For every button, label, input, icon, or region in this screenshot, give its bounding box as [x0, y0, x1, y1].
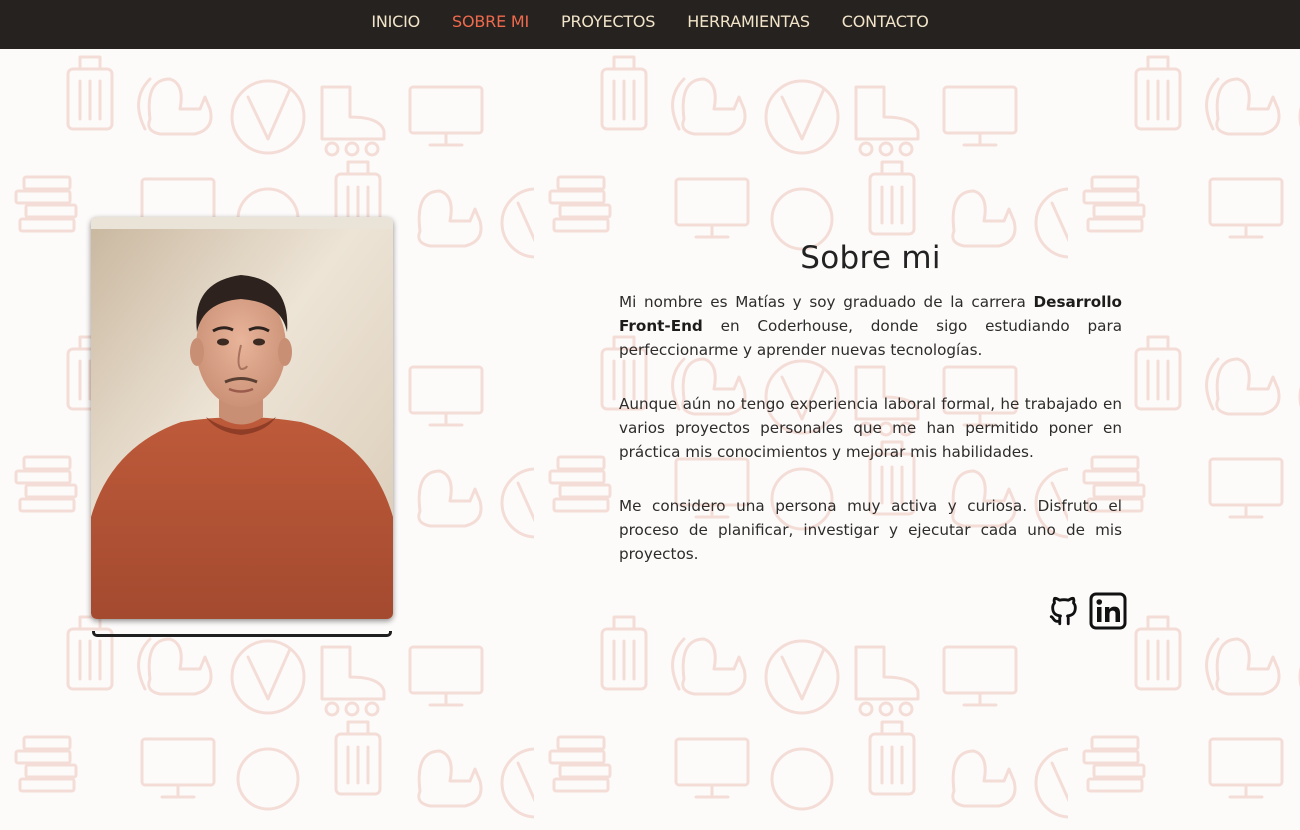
about-section: Sobre mi Mi nombre es Matías y soy gradu… [619, 240, 1122, 596]
about-paragraph-2: Aunque aún no tengo experiencia laboral … [619, 395, 1122, 461]
linkedin-link[interactable] [1089, 592, 1127, 630]
github-icon [1049, 596, 1077, 626]
navbar: INICIO SOBRE MI PROYECTOS HERRAMIENTAS C… [0, 0, 1300, 49]
about-paragraph-3: Me considero una persona muy activa y cu… [619, 497, 1122, 563]
nav-item-proyectos: PROYECTOS [561, 12, 655, 31]
nav-item-contacto: CONTACTO [842, 12, 929, 31]
nav-item-inicio: INICIO [371, 12, 420, 31]
nav-list: INICIO SOBRE MI PROYECTOS HERRAMIENTAS C… [371, 0, 929, 31]
about-paragraph-1: Mi nombre es Matías y soy graduado de la… [619, 290, 1122, 362]
nav-item-sobre-mi: SOBRE MI [452, 12, 529, 31]
github-link[interactable] [1047, 592, 1081, 630]
photo-underline [92, 631, 392, 637]
nav-link-inicio[interactable]: INICIO [371, 12, 420, 31]
nav-link-herramientas[interactable]: HERRAMIENTAS [687, 12, 810, 31]
nav-link-contacto[interactable]: CONTACTO [842, 12, 929, 31]
linkedin-icon [1089, 592, 1127, 630]
about-p1-text-start: Mi nombre es Matías y soy graduado de la… [619, 293, 1034, 311]
nav-item-herramientas: HERRAMIENTAS [687, 12, 810, 31]
nav-link-sobre-mi[interactable]: SOBRE MI [452, 12, 529, 31]
profile-photo [91, 217, 393, 619]
nav-link-proyectos[interactable]: PROYECTOS [561, 12, 655, 31]
about-title: Sobre mi [800, 240, 941, 276]
social-links [1047, 592, 1127, 630]
